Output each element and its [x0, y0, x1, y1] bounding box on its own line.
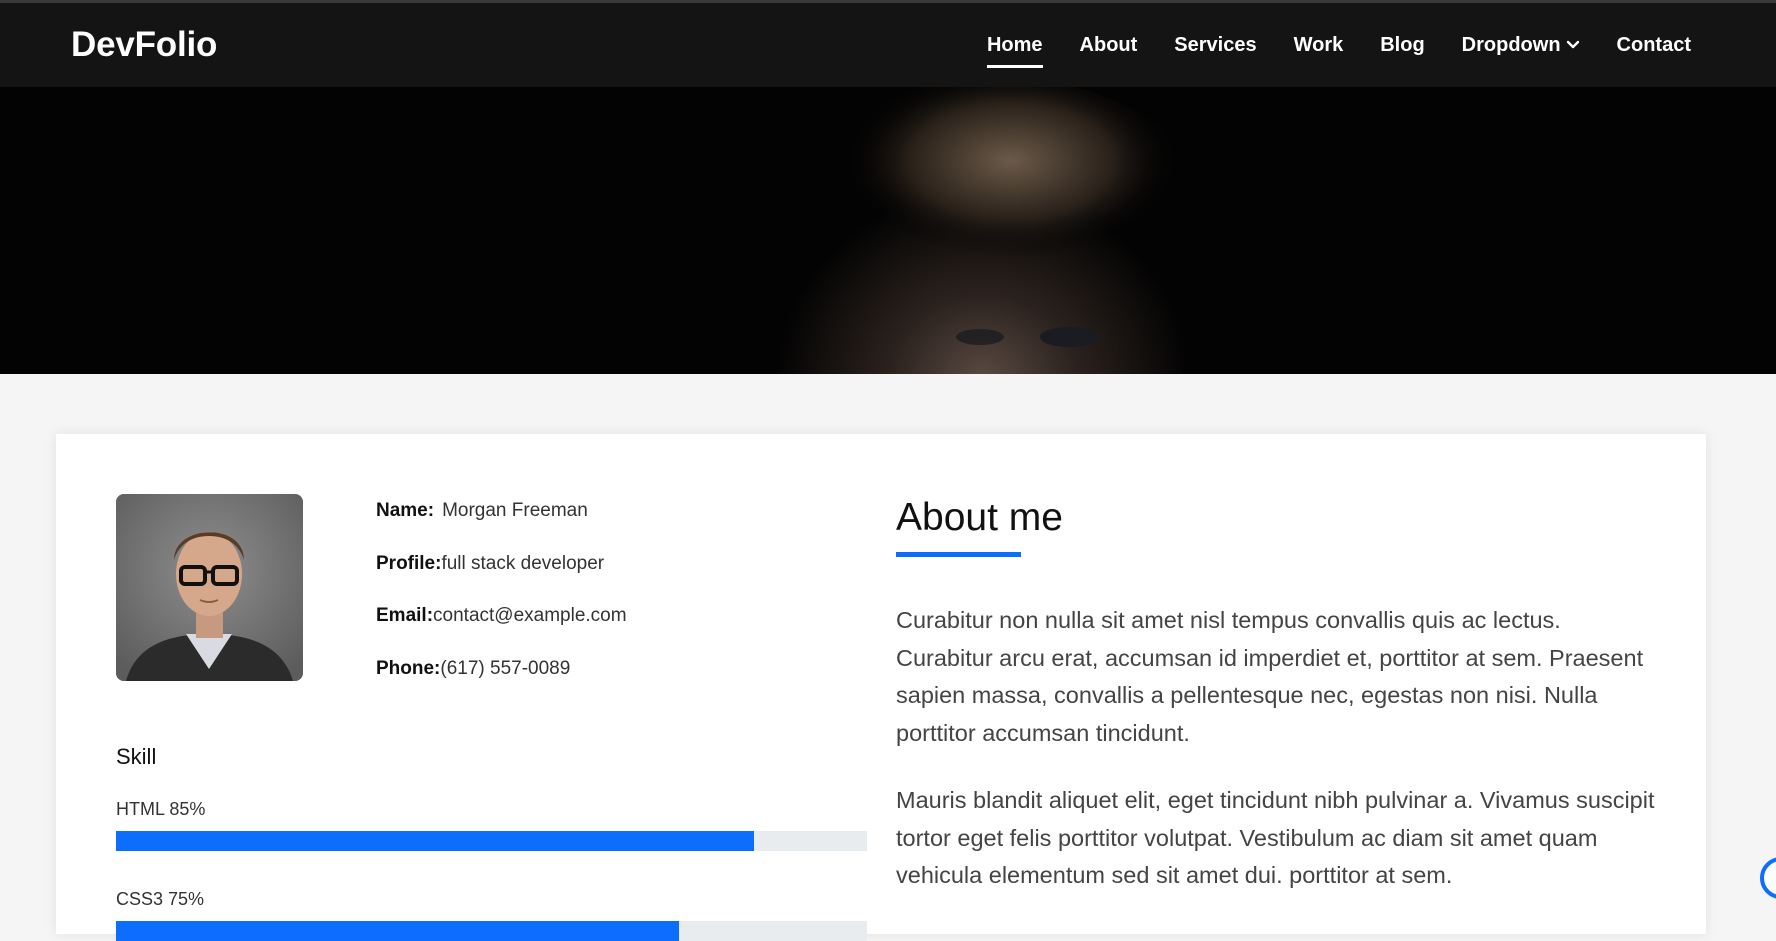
nav-item-work[interactable]: Work	[1294, 30, 1344, 60]
nav-item-label: Work	[1293, 33, 1344, 56]
brand-logo[interactable]: DevFolio	[71, 25, 217, 65]
about-paragraph: Mauris blandit aliquet elit, eget tincid…	[896, 787, 1655, 888]
profile-value: full stack developer	[441, 552, 605, 574]
avatar	[116, 494, 303, 681]
navbar: DevFolio Home About Services Work Blog D…	[0, 0, 1776, 87]
nav-item-label: Services	[1174, 33, 1257, 56]
profile-profile-row: Profile:full stack developer	[376, 553, 627, 606]
profile-name-row: Name: Morgan Freeman	[376, 500, 627, 553]
skill-title: Skill	[116, 744, 157, 769]
nav-item-about[interactable]: About	[1080, 30, 1138, 60]
skill-progress-fill	[116, 831, 755, 851]
main-nav: Home About Services Work Blog Dropdown C…	[986, 3, 1691, 87]
email-label: Email:	[376, 605, 434, 626]
skill-progress-fill	[116, 921, 680, 941]
profile-info: Name: Morgan Freeman Profile:full stack d…	[376, 500, 627, 710]
hero-banner	[0, 87, 1776, 374]
skill-label: HTML 85%	[116, 799, 206, 819]
hero-portrait-image	[730, 87, 1200, 374]
profile-photo-image	[116, 494, 303, 681]
name-label: Name:	[376, 500, 435, 521]
about-title: About me	[896, 496, 1063, 539]
nav-item-services[interactable]: Services	[1174, 30, 1256, 60]
nav-item-home[interactable]: Home	[986, 30, 1043, 68]
nav-item-label: Dropdown	[1461, 33, 1561, 56]
profile-phone-row: Phone:(617) 557-0089	[376, 658, 627, 711]
profile-email-row: Email:contact@example.com	[376, 605, 627, 658]
about-title-underline	[896, 552, 1021, 557]
phone-value: (617) 557-0089	[440, 657, 571, 679]
name-value: Morgan Freeman	[442, 500, 588, 521]
skill-css3: CSS3 75%	[116, 889, 867, 941]
skill-progress-bar	[116, 921, 867, 941]
nav-item-contact[interactable]: Contact	[1617, 30, 1691, 60]
chevron-down-icon	[1566, 40, 1580, 50]
email-value: contact@example.com	[433, 605, 627, 626]
skill-progress-bar	[116, 831, 867, 851]
nav-item-label: About	[1079, 33, 1138, 56]
about-card: Name: Morgan Freeman Profile:full stack d…	[56, 434, 1706, 941]
nav-item-blog[interactable]: Blog	[1380, 30, 1424, 60]
profile-label: Profile:	[376, 552, 442, 574]
nav-item-dropdown[interactable]: Dropdown	[1462, 30, 1580, 60]
about-paragraph: Curabitur non nulla sit amet nisl tempus…	[896, 607, 1644, 746]
nav-item-label: Home	[986, 33, 1043, 56]
nav-item-label: Contact	[1616, 33, 1691, 56]
floating-action-button[interactable]	[1760, 857, 1776, 899]
skill-label: CSS3 75%	[116, 889, 205, 909]
nav-item-label: Blog	[1380, 33, 1425, 56]
phone-label: Phone:	[376, 657, 441, 679]
skill-html: HTML 85%	[116, 799, 867, 851]
